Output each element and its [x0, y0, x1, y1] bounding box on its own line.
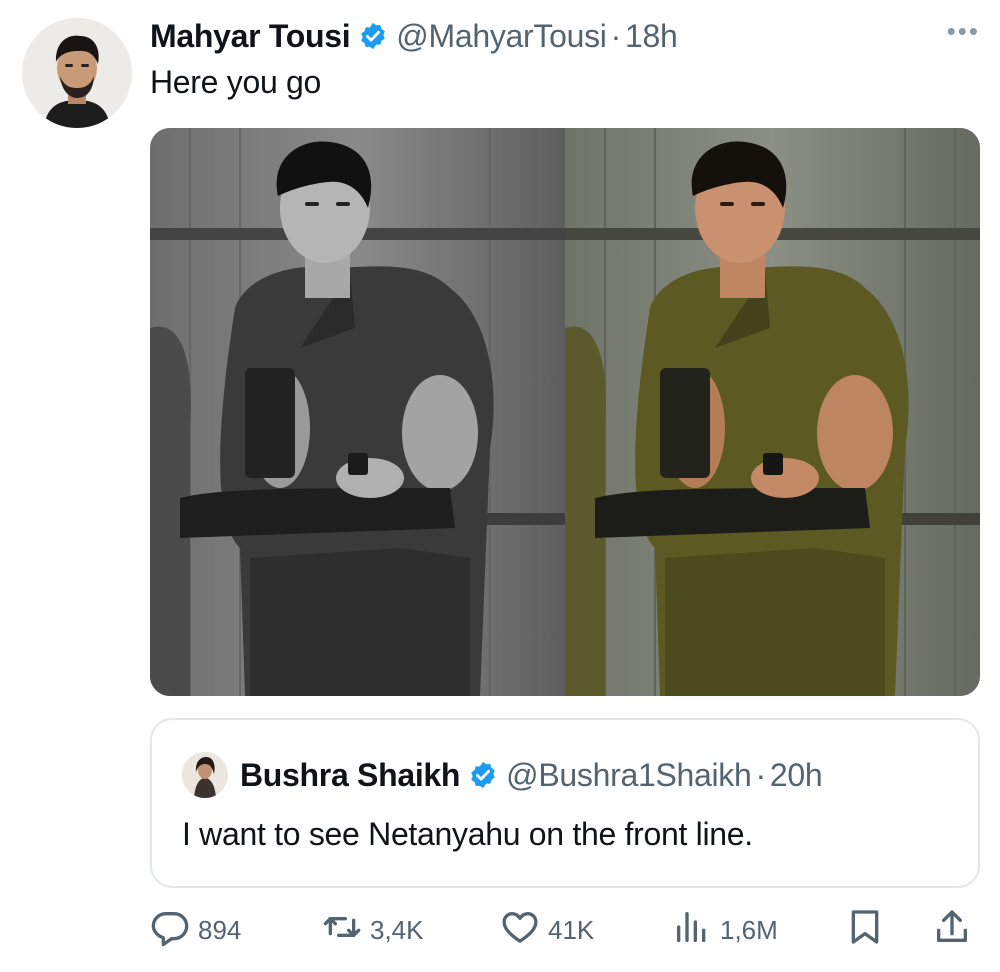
quoted-tweet-timestamp[interactable]: 20h — [770, 757, 823, 794]
bookmark-button[interactable] — [845, 906, 893, 954]
reply-button[interactable]: 894 — [150, 906, 241, 954]
more-options-icon[interactable]: ••• — [947, 16, 980, 47]
repost-button[interactable]: 3,4K — [322, 906, 424, 954]
quoted-tweet-header: Bushra Shaikh @Bushra1Shaikh · 20h — [182, 750, 823, 800]
views-icon — [672, 907, 720, 954]
share-button[interactable] — [932, 906, 980, 954]
separator-dot: · — [610, 17, 622, 54]
heart-icon — [500, 907, 548, 954]
bookmark-icon — [845, 907, 893, 954]
repost-count: 3,4K — [370, 914, 424, 945]
author-name[interactable]: Mahyar Tousi — [150, 18, 351, 55]
author-handle[interactable]: @MahyarTousi — [396, 18, 607, 55]
repost-icon — [322, 907, 370, 954]
verified-badge-icon — [468, 760, 498, 790]
verified-badge-icon — [358, 21, 388, 51]
tweet-media[interactable] — [150, 128, 980, 696]
tweet-header: Mahyar Tousi @MahyarTousi · 18h ••• — [150, 14, 980, 58]
quoted-author-name[interactable]: Bushra Shaikh — [240, 757, 460, 794]
quoted-author-avatar — [182, 752, 228, 798]
photo-black-and-white[interactable] — [150, 128, 565, 696]
quoted-tweet-text: I want to see Netanyahu on the front lin… — [182, 816, 753, 852]
like-count: 41K — [548, 914, 595, 945]
tweet-timestamp[interactable]: 18h — [625, 18, 678, 55]
separator-dot: · — [755, 756, 767, 793]
author-avatar[interactable] — [22, 18, 132, 128]
views-count: 1,6M — [720, 914, 778, 945]
photo-colorized[interactable] — [565, 128, 980, 696]
quoted-tweet[interactable]: Bushra Shaikh @Bushra1Shaikh · 20h I wan… — [150, 718, 980, 888]
tweet-text: Here you go — [150, 64, 322, 100]
reply-icon — [150, 907, 198, 954]
quoted-author-handle[interactable]: @Bushra1Shaikh — [506, 757, 752, 794]
views-button[interactable]: 1,6M — [672, 906, 778, 954]
reply-count: 894 — [198, 914, 242, 945]
like-button[interactable]: 41K — [500, 906, 594, 954]
share-icon — [932, 907, 980, 954]
tweet-actions-bar: 894 3,4K 41K 1,6M — [150, 906, 980, 954]
